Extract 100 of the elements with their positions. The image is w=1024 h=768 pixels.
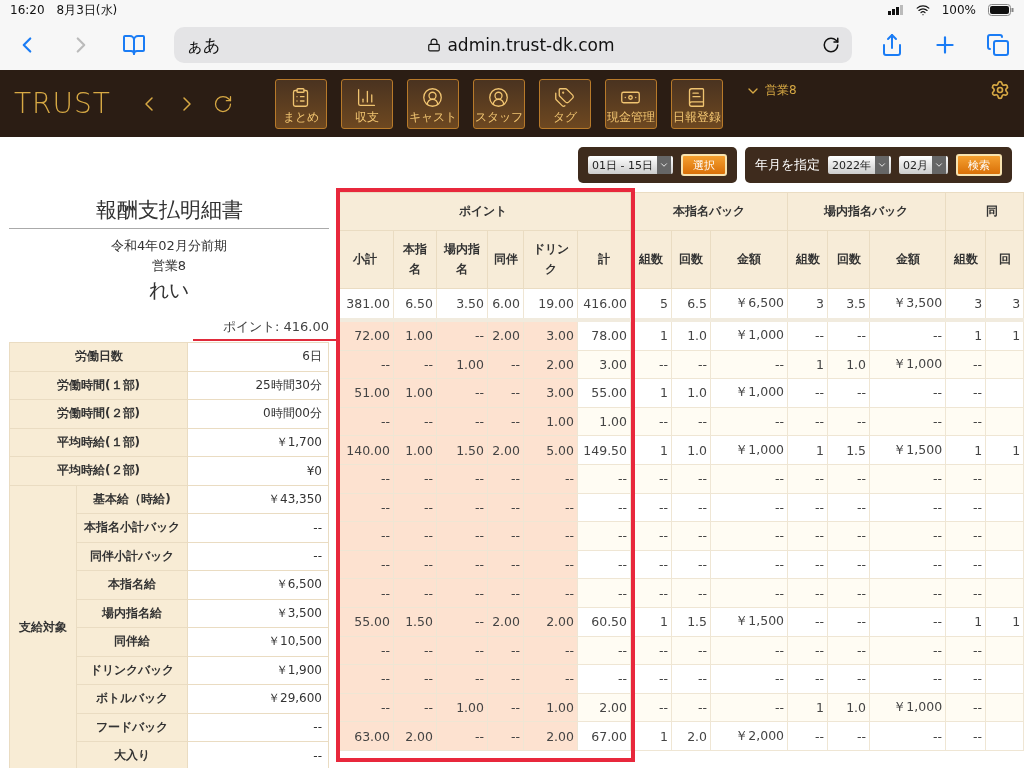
nav-button[interactable]: スタッフ xyxy=(472,78,525,129)
total-cell: 3.50 xyxy=(436,288,488,320)
row-label: 労働時間(２部) xyxy=(9,399,188,428)
bar-chart-icon xyxy=(356,86,378,108)
table-cell: -- xyxy=(869,550,946,579)
month-label: 年月を指定 xyxy=(755,156,820,174)
signal-icon xyxy=(887,5,904,15)
row-label: 平均時給(２部) xyxy=(9,456,188,485)
column-header: 組数 xyxy=(787,230,828,289)
table-cell: -- xyxy=(869,320,946,351)
statement-period: 令和4年02月分前期 xyxy=(110,237,228,255)
table-cell: -- xyxy=(869,464,946,494)
share-icon[interactable] xyxy=(880,33,904,57)
table-cell: -- xyxy=(523,550,578,579)
table-cell: ￥2,000 xyxy=(710,721,788,751)
table-cell: ￥1,000 xyxy=(710,320,788,351)
column-header: 回 xyxy=(985,230,1024,289)
year-select[interactable]: 2022年 xyxy=(828,156,891,174)
row-value: ￥3,500 xyxy=(187,599,329,628)
column-header: 回数 xyxy=(671,230,711,289)
row-label: 労働時間(１部) xyxy=(9,371,188,400)
table-cell: -- xyxy=(710,693,788,722)
person-icon xyxy=(488,86,510,108)
period-select[interactable]: 01日 - 15日 xyxy=(588,156,673,174)
table-cell: ￥1,000 xyxy=(710,435,788,465)
row-value: 6日 xyxy=(187,342,329,371)
row-value: ￥10,500 xyxy=(187,627,329,656)
row-label: 基本給（時給) xyxy=(76,485,188,514)
table-cell: ￥1,500 xyxy=(710,607,788,637)
address-bar[interactable]: ぁあ admin.trust-dk.com xyxy=(174,27,852,63)
logo: TRUST xyxy=(14,87,111,120)
table-cell: -- xyxy=(710,464,788,494)
row-value: ￥43,350 xyxy=(187,485,329,514)
reload-icon[interactable] xyxy=(822,36,840,54)
table-cell: -- xyxy=(869,578,946,608)
table-cell: -- xyxy=(869,664,946,694)
nav-button[interactable]: タグ xyxy=(538,78,591,129)
table-cell: -- xyxy=(869,378,946,408)
row-label: 同伴給 xyxy=(76,627,188,656)
wifi-icon xyxy=(915,3,930,17)
tabs-icon[interactable] xyxy=(986,33,1010,57)
table-cell: 3.00 xyxy=(523,320,578,351)
row-value: 25時間30分 xyxy=(187,371,329,400)
reload-icon[interactable] xyxy=(212,93,233,114)
row-label: 大入り xyxy=(76,741,188,768)
group-header: 場内指名バック xyxy=(787,192,946,231)
statement-title: 報酬支払明細書 xyxy=(9,192,329,229)
table-cell: -- xyxy=(710,350,788,379)
row-value: ￥6,500 xyxy=(187,570,329,599)
nav-button[interactable]: まとめ xyxy=(274,78,327,129)
table-cell: -- xyxy=(710,636,788,665)
column-header: 本指名 xyxy=(393,230,437,289)
column-header: 金額 xyxy=(710,230,788,289)
nav-button[interactable]: 収支 xyxy=(340,78,393,129)
table-cell: -- xyxy=(710,521,788,551)
column-header: 計 xyxy=(577,230,631,289)
row-label: 平均時給(１部) xyxy=(9,428,188,457)
row-value: -- xyxy=(187,713,329,742)
row-label: ドリンクバック xyxy=(76,656,188,685)
table-cell: -- xyxy=(710,664,788,694)
caret-icon xyxy=(657,156,671,174)
url-text: admin.trust-dk.com xyxy=(447,35,615,55)
lock-icon xyxy=(427,38,442,52)
table-cell: -- xyxy=(710,550,788,579)
column-header: 回数 xyxy=(827,230,870,289)
text-size-button[interactable]: ぁあ xyxy=(186,33,220,57)
table-cell: -- xyxy=(710,493,788,522)
row-label: フードバック xyxy=(76,713,188,742)
cast-name: れい xyxy=(148,277,190,304)
row-label: 本指名小計バック xyxy=(76,513,188,542)
group-label: 支給対象 xyxy=(9,485,77,768)
table-cell: ￥1,000 xyxy=(710,378,788,408)
points-total: ポイント: 416.00 xyxy=(223,319,329,334)
settings-icon[interactable] xyxy=(990,80,1010,100)
bookmarks-icon[interactable] xyxy=(122,33,146,57)
table-cell: -- xyxy=(869,721,946,751)
caret-icon xyxy=(932,156,946,174)
column-header: 同伴 xyxy=(487,230,524,289)
caret-icon xyxy=(875,156,889,174)
nav-button[interactable]: キャスト xyxy=(406,78,459,129)
nav-button[interactable]: 現金管理 xyxy=(604,78,657,129)
row-value: ￥29,600 xyxy=(187,684,329,713)
battery-icon xyxy=(988,4,1014,16)
nav-button[interactable]: 日報登録 xyxy=(670,78,723,129)
column-header: ドリンク xyxy=(523,230,578,289)
tag-icon xyxy=(554,86,576,108)
table-cell: -- xyxy=(869,521,946,551)
table-cell: -- xyxy=(523,493,578,522)
row-label: 同伴小計バック xyxy=(76,542,188,571)
month-select[interactable]: 02月 xyxy=(899,156,948,174)
group-header: 同 xyxy=(945,192,1024,231)
total-cell: ￥3,500 xyxy=(869,288,946,320)
table-cell: 1.00 xyxy=(523,407,578,436)
table-cell: -- xyxy=(710,578,788,608)
row-value: ￥1,900 xyxy=(187,656,329,685)
table-cell: 2.00 xyxy=(523,350,578,379)
store-name[interactable]: 営業8 xyxy=(765,82,797,99)
table-cell: -- xyxy=(869,636,946,665)
total-cell: ￥6,500 xyxy=(710,288,788,320)
column-header: 場内指名 xyxy=(436,230,488,289)
